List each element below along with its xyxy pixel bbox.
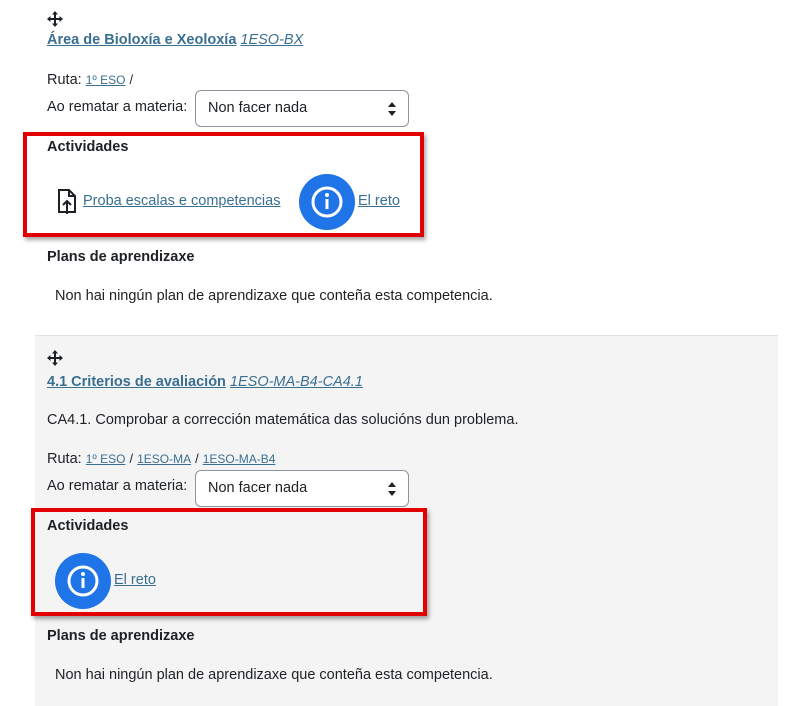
select-arrows-icon <box>388 102 396 116</box>
path-link-1eso-ma-b4[interactable]: 1ESO-MA-B4 <box>203 452 276 466</box>
completion-select-value: Non facer nada <box>208 100 308 116</box>
path-link-1eso[interactable]: 1º ESO <box>86 73 126 87</box>
competency-idnumber: 1ESO-BX <box>240 32 304 48</box>
competency-path: Ruta: 1º ESO/1ESO-MA/1ESO-MA-B4 <box>47 451 275 467</box>
path-link-1eso[interactable]: 1º ESO <box>86 452 126 466</box>
competency-path: Ruta: 1º ESO / <box>47 72 137 88</box>
plans-heading: Plans de aprendizaxe <box>47 249 195 265</box>
activity-link-el-reto[interactable]: El reto <box>114 572 156 588</box>
path-separator: / <box>129 451 134 466</box>
competency-title: 4.1 Criterios de avaliación <box>47 374 226 390</box>
completion-label: Ao rematar a materia: <box>47 99 188 115</box>
completion-label: Ao rematar a materia: <box>47 478 188 494</box>
path-separator: / <box>129 72 134 87</box>
competency-idnumber: 1ESO-MA-B4-CA4.1 <box>229 374 363 390</box>
competency-page: Área de Bioloxía e Xeoloxía 1ESO-BX Ruta:… <box>0 0 800 706</box>
competency-title: Área de Bioloxía e Xeoloxía <box>47 32 237 48</box>
path-label: Ruta: <box>47 72 82 88</box>
file-upload-icon <box>58 189 76 214</box>
activity-link-proba-escalas[interactable]: Proba escalas e competencias <box>83 193 280 209</box>
select-arrows-icon <box>388 482 396 496</box>
move-icon[interactable] <box>47 11 63 27</box>
completion-select-value: Non facer nada <box>208 480 308 496</box>
info-icon <box>55 553 111 609</box>
completion-select[interactable]: Non facer nada <box>195 470 409 507</box>
competency-description: CA4.1. Comprobar a corrección matemática… <box>47 412 519 428</box>
plans-empty-message: Non hai ningún plan de aprendizaxe que c… <box>55 288 493 304</box>
competency-title-link[interactable]: Área de Bioloxía e Xeoloxía 1ESO-BX <box>47 32 303 48</box>
plans-empty-message: Non hai ningún plan de aprendizaxe que c… <box>55 667 493 683</box>
plans-heading: Plans de aprendizaxe <box>47 628 195 644</box>
path-separator: / <box>195 451 199 466</box>
activities-heading: Actividades <box>47 139 129 155</box>
path-label: Ruta: <box>47 451 82 467</box>
activities-heading: Actividades <box>47 518 129 534</box>
completion-select[interactable]: Non facer nada <box>195 90 409 127</box>
activity-link-el-reto[interactable]: El reto <box>358 193 400 209</box>
competency-title-link[interactable]: 4.1 Criterios de avaliación 1ESO-MA-B4-CA… <box>47 374 363 390</box>
path-link-1eso-ma[interactable]: 1ESO-MA <box>137 452 191 466</box>
info-icon <box>299 174 355 230</box>
move-icon[interactable] <box>47 350 63 366</box>
